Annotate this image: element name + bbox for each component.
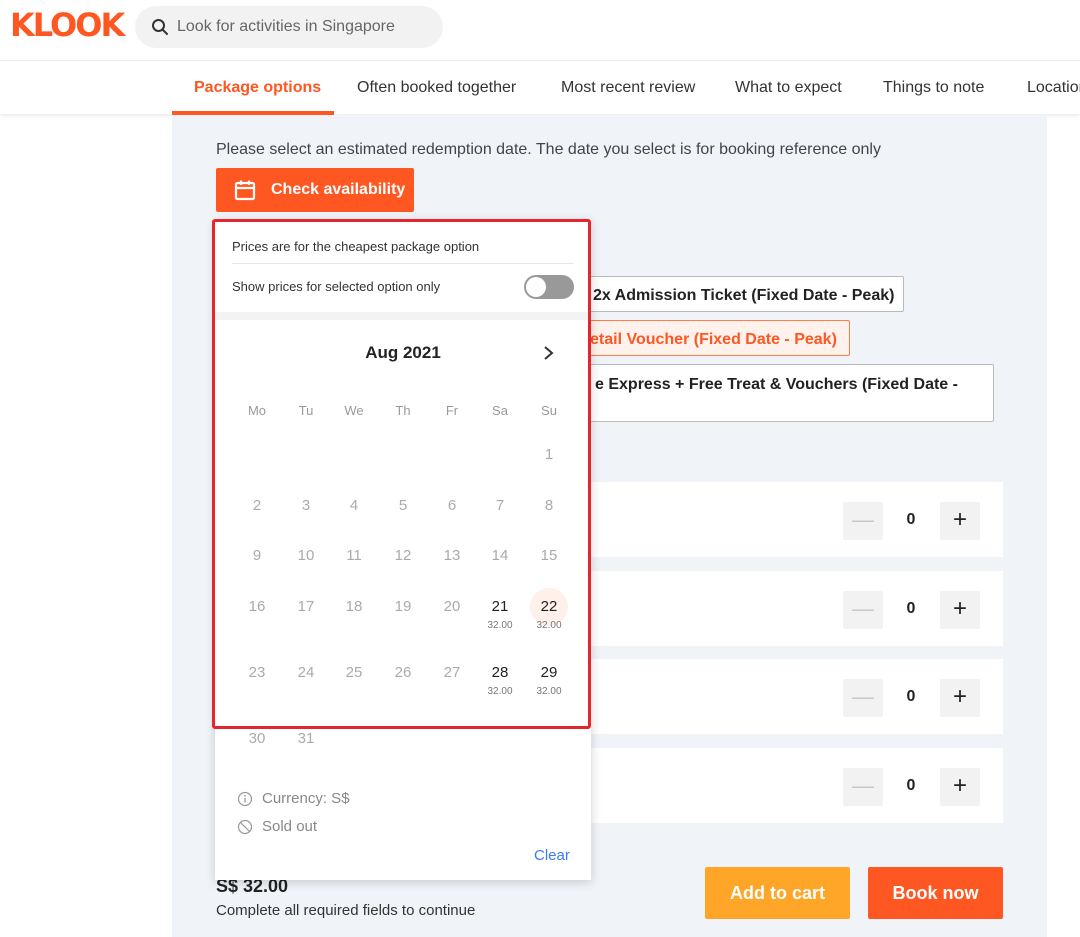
increase-quantity-button[interactable]: + (940, 502, 980, 540)
quantity-row: — 0 + (590, 659, 1003, 734)
book-now-button[interactable]: Book now (868, 867, 1003, 919)
sold-out-icon (237, 819, 253, 835)
tab-often-booked-together[interactable]: Often booked together (357, 79, 516, 97)
quantity-value: 0 (906, 600, 916, 617)
active-tab-indicator (172, 111, 334, 115)
quantity-value: 0 (906, 688, 916, 705)
section-tabs: Package options Often booked together Mo… (0, 60, 1080, 115)
tab-things-to-note[interactable]: Things to note (883, 79, 984, 97)
tab-most-recent-review[interactable]: Most recent review (561, 79, 695, 97)
tab-location[interactable]: Location (1027, 79, 1080, 97)
search-input[interactable]: Look for activities in Singapore (177, 18, 395, 36)
increase-quantity-button[interactable]: + (940, 679, 980, 717)
quantity-row: — 0 + (590, 482, 1003, 557)
search-icon (152, 19, 168, 35)
highlight-box (212, 219, 591, 729)
top-bar: KLOOK Look for activities in Singapore (0, 0, 1080, 56)
required-fields-note: Complete all required fields to continue (216, 902, 476, 919)
package-option-label: e Express + Free Treat & Vouchers (Fixed… (595, 376, 958, 393)
quantity-row: — 0 + (590, 748, 1003, 823)
package-option-express[interactable]: e Express + Free Treat & Vouchers (Fixed… (585, 364, 994, 422)
quantity-value: 0 (906, 777, 916, 794)
package-option-retail-voucher[interactable]: etail Voucher (Fixed Date - Peak) (585, 320, 850, 356)
decrease-quantity-button[interactable]: — (843, 502, 883, 540)
klook-logo[interactable]: KLOOK (10, 6, 125, 44)
check-availability-label: Check availability (271, 181, 406, 198)
currency-label: Currency: S$ (262, 790, 350, 807)
decrease-quantity-button[interactable]: — (843, 768, 883, 806)
calendar-icon (234, 180, 256, 201)
redemption-hint: Please select an estimated redemption da… (216, 141, 881, 158)
info-icon (237, 791, 253, 807)
clear-button[interactable]: Clear (534, 847, 570, 864)
tab-package-options[interactable]: Package options (194, 79, 321, 97)
package-option-label: 2x Admission Ticket (Fixed Date - Peak) (593, 287, 895, 304)
package-option-label: etail Voucher (Fixed Date - Peak) (590, 331, 837, 348)
decrease-quantity-button[interactable]: — (843, 679, 883, 717)
tab-what-to-expect[interactable]: What to expect (735, 79, 842, 97)
package-option-admission[interactable]: 2x Admission Ticket (Fixed Date - Peak) (585, 276, 904, 312)
quantity-value: 0 (906, 511, 916, 528)
add-to-cart-button[interactable]: Add to cart (705, 867, 850, 919)
decrease-quantity-button[interactable]: — (843, 591, 883, 629)
increase-quantity-button[interactable]: + (940, 591, 980, 629)
increase-quantity-button[interactable]: + (940, 768, 980, 806)
sold-out-label: Sold out (262, 818, 318, 835)
check-availability-button[interactable]: Check availability (216, 168, 414, 212)
search-bar[interactable]: Look for activities in Singapore (135, 6, 443, 48)
quantity-row: — 0 + (590, 571, 1003, 646)
